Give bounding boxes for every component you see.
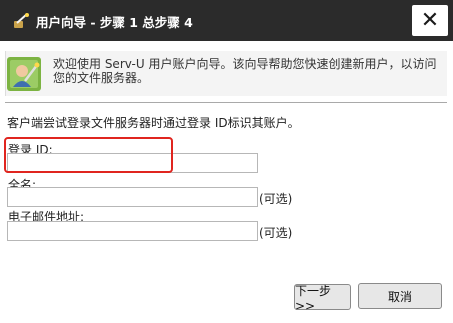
intro-text: 客户端尝试登录文件服务器时通过登录 ID标识其账户。 [7,116,300,130]
close-icon: ✕ [420,7,440,33]
email-optional-label: (可选) [259,226,293,240]
user-wizard-icon [7,57,41,91]
banner-text: 欢迎使用 Serv-U 用户账户向导。该向导帮助您快速创建新用户，以访问您的文件… [53,57,437,85]
next-button[interactable]: 下一步>> [294,284,351,313]
cancel-button[interactable]: 取消 [358,283,442,309]
wizard-wand-icon [14,13,29,28]
login-id-input[interactable] [7,153,258,173]
email-input[interactable] [7,221,258,241]
full-name-input[interactable] [7,187,258,207]
banner-divider [5,102,447,103]
window-title: 用户向导 - 步骤 1 总步骤 4 [36,15,193,30]
full-name-optional-label: (可选) [259,192,293,206]
title-bar: 用户向导 - 步骤 1 总步骤 4 ✕ [0,0,453,41]
close-button[interactable]: ✕ [412,5,448,36]
